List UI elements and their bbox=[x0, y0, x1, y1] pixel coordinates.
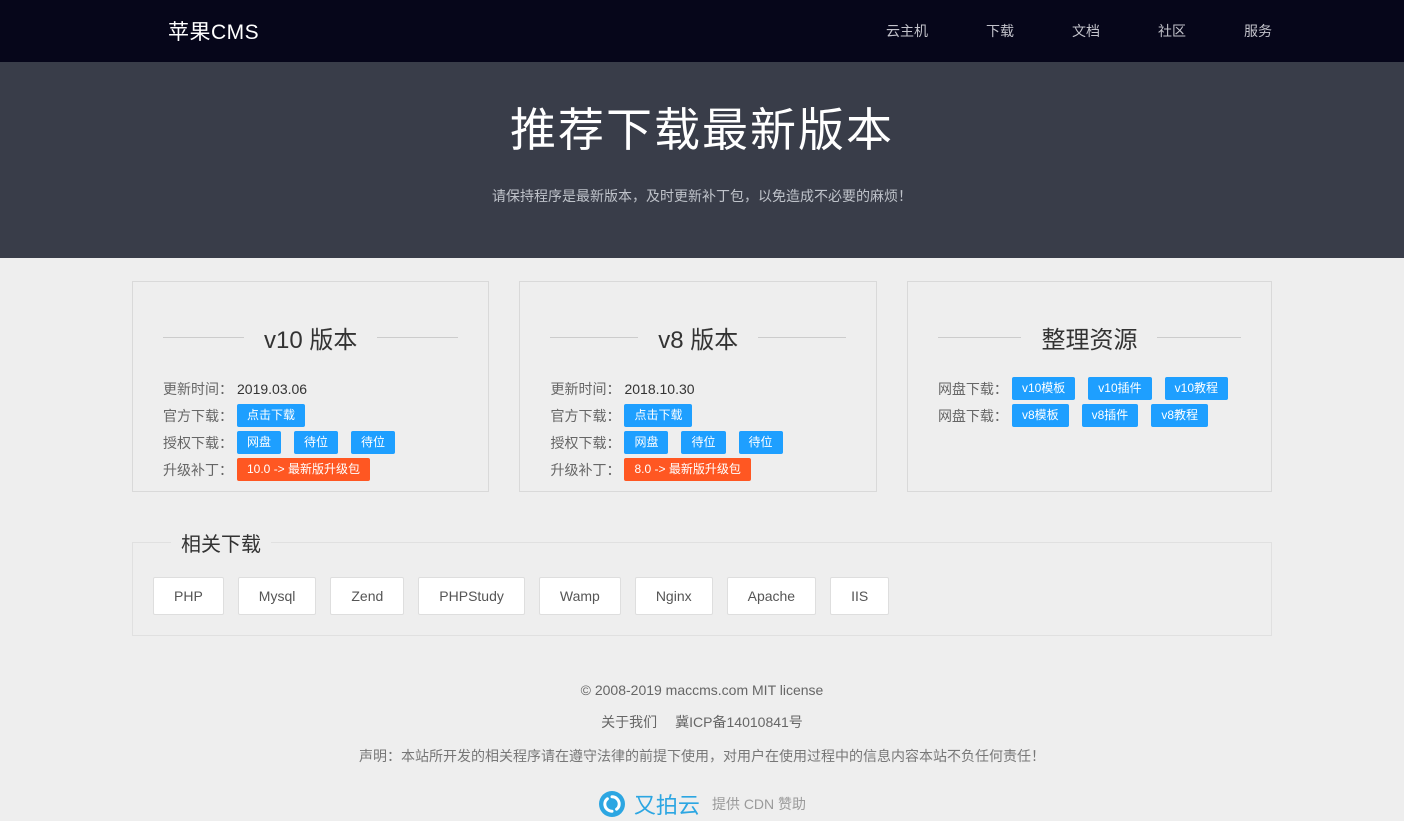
v8-slot-1-button[interactable]: 待位 bbox=[681, 431, 725, 454]
row-value: 2018.10.30 bbox=[624, 381, 694, 397]
copyright-line: © 2008-2019 maccms.com MIT license bbox=[132, 682, 1272, 698]
v10-tutorials-button[interactable]: v10教程 bbox=[1165, 377, 1228, 400]
card-title: v10 版本 bbox=[163, 320, 458, 355]
wamp-button[interactable]: Wamp bbox=[539, 577, 621, 615]
v8-slot-2-button[interactable]: 待位 bbox=[739, 431, 783, 454]
nav-item-community[interactable]: 社区 bbox=[1158, 21, 1186, 41]
v10-netdisk-button[interactable]: 网盘 bbox=[237, 431, 281, 454]
download-cards: v10 版本更新时间：2019.03.06官方下载：点击下载授权下载：网盘待位待… bbox=[132, 281, 1272, 492]
v8-netdisk-button[interactable]: 网盘 bbox=[624, 431, 668, 454]
card-row: 网盘下载：v8模板 v8插件 v8教程 bbox=[938, 404, 1241, 427]
hero-banner: 推荐下载最新版本 请保持程序是最新版本，及时更新补丁包，以免造成不必要的麻烦！ bbox=[0, 62, 1404, 258]
card-title-text: v8 版本 bbox=[658, 320, 738, 355]
row-label: 官方下载： bbox=[550, 406, 620, 426]
nav-item-docs[interactable]: 文档 bbox=[1072, 21, 1100, 41]
mysql-button[interactable]: Mysql bbox=[238, 577, 317, 615]
card-title-text: v10 版本 bbox=[264, 320, 357, 355]
v10-plugins-button[interactable]: v10插件 bbox=[1088, 377, 1151, 400]
hero-title: 推荐下载最新版本 bbox=[0, 62, 1404, 160]
title-line bbox=[163, 337, 244, 338]
card-row: 授权下载：网盘待位待位 bbox=[550, 431, 845, 454]
v8-plugins-button[interactable]: v8插件 bbox=[1082, 404, 1139, 427]
footer: © 2008-2019 maccms.com MIT license 关于我们 冀… bbox=[132, 682, 1272, 820]
site-logo[interactable]: 苹果CMS bbox=[168, 16, 259, 46]
v10-official-download-button[interactable]: 点击下载 bbox=[237, 404, 305, 427]
upyun-brand-link[interactable]: 又拍云 bbox=[634, 788, 700, 820]
nginx-button[interactable]: Nginx bbox=[635, 577, 713, 615]
card-resources: 整理资源网盘下载：v10模板v10插件v10教程网盘下载：v8模板v8插件v8教… bbox=[907, 281, 1272, 492]
card-row: 授权下载：网盘待位待位 bbox=[163, 431, 458, 454]
row-label: 授权下载： bbox=[163, 433, 233, 453]
nav-menu: 云主机 下载 文档 社区 服务 bbox=[828, 21, 1272, 41]
card-row: 升级补丁：10.0 -> 最新版升级包 bbox=[163, 458, 458, 481]
title-line bbox=[550, 337, 638, 338]
card-title-text: 整理资源 bbox=[1041, 320, 1137, 355]
zend-button[interactable]: Zend bbox=[330, 577, 404, 615]
legal-line: 关于我们 冀ICP备14010841号 bbox=[132, 712, 1272, 732]
icp-link[interactable]: 冀ICP备14010841号 bbox=[675, 714, 803, 730]
disclaimer-line: 声明：本站所开发的相关程序请在遵守法律的前提下使用，对用户在使用过程中的信息内容… bbox=[132, 746, 1272, 766]
row-label: 升级补丁： bbox=[550, 460, 620, 480]
title-line bbox=[1157, 337, 1241, 338]
v8-tutorials-button[interactable]: v8教程 bbox=[1151, 404, 1208, 427]
v8-upgrade-patch-button[interactable]: 8.0 -> 最新版升级包 bbox=[624, 458, 750, 481]
row-value: 2019.03.06 bbox=[237, 381, 307, 397]
card-v10-version: v10 版本更新时间：2019.03.06官方下载：点击下载授权下载：网盘待位待… bbox=[132, 281, 489, 492]
card-row: 升级补丁：8.0 -> 最新版升级包 bbox=[550, 458, 845, 481]
phpstudy-button[interactable]: PHPStudy bbox=[418, 577, 525, 615]
row-label: 授权下载： bbox=[550, 433, 620, 453]
card-title: 整理资源 bbox=[938, 320, 1241, 355]
v10-upgrade-patch-button[interactable]: 10.0 -> 最新版升级包 bbox=[237, 458, 370, 481]
navbar: 苹果CMS 云主机 下载 文档 社区 服务 bbox=[0, 0, 1404, 62]
card-row: 更新时间：2019.03.06 bbox=[163, 377, 458, 400]
v8-templates-button[interactable]: v8模板 bbox=[1012, 404, 1069, 427]
main-content: v10 版本更新时间：2019.03.06官方下载：点击下载授权下载：网盘待位待… bbox=[132, 281, 1272, 820]
related-downloads-section: 相关下载 PHP Mysql Zend PHPStudy Wamp Nginx Apache… bbox=[132, 528, 1272, 636]
related-buttons-row: PHP Mysql Zend PHPStudy Wamp Nginx Apache IIS bbox=[153, 577, 1251, 615]
card-row: 网盘下载：v10模板 v10插件 v10教程 bbox=[938, 377, 1241, 400]
php-button[interactable]: PHP bbox=[153, 577, 224, 615]
title-line bbox=[758, 337, 846, 338]
card-row: 官方下载：点击下载 bbox=[550, 404, 845, 427]
row-label: 网盘下载： bbox=[938, 379, 1008, 399]
navbar-inner: 苹果CMS 云主机 下载 文档 社区 服务 bbox=[132, 0, 1272, 62]
nav-item-download[interactable]: 下载 bbox=[986, 21, 1014, 41]
iis-button[interactable]: IIS bbox=[830, 577, 889, 615]
card-title: v8 版本 bbox=[550, 320, 845, 355]
row-label: 更新时间： bbox=[550, 379, 620, 399]
v8-official-download-button[interactable]: 点击下载 bbox=[624, 404, 692, 427]
card-row: 官方下载：点击下载 bbox=[163, 404, 458, 427]
v10-slot-1-button[interactable]: 待位 bbox=[294, 431, 338, 454]
row-label: 升级补丁： bbox=[163, 460, 233, 480]
title-line bbox=[377, 337, 458, 338]
hero-subtitle: 请保持程序是最新版本，及时更新补丁包，以免造成不必要的麻烦！ bbox=[0, 186, 1404, 206]
card-row: 更新时间：2018.10.30 bbox=[550, 377, 845, 400]
nav-item-cloud-host[interactable]: 云主机 bbox=[886, 21, 928, 41]
row-label: 网盘下载： bbox=[938, 406, 1008, 426]
sponsor-row: 又拍云 提供 CDN 赞助 bbox=[132, 788, 1272, 820]
v10-templates-button[interactable]: v10模板 bbox=[1012, 377, 1075, 400]
title-line bbox=[938, 337, 1022, 338]
related-downloads-title: 相关下载 bbox=[171, 528, 271, 557]
about-link[interactable]: 关于我们 bbox=[601, 714, 657, 730]
card-v8-version: v8 版本更新时间：2018.10.30官方下载：点击下载授权下载：网盘待位待位… bbox=[519, 281, 876, 492]
nav-item-service[interactable]: 服务 bbox=[1244, 21, 1272, 41]
apache-button[interactable]: Apache bbox=[727, 577, 816, 615]
sponsor-text: 提供 CDN 赞助 bbox=[712, 794, 806, 814]
row-label: 官方下载： bbox=[163, 406, 233, 426]
v10-slot-2-button[interactable]: 待位 bbox=[351, 431, 395, 454]
row-label: 更新时间： bbox=[163, 379, 233, 399]
upyun-logo-icon bbox=[598, 790, 626, 818]
